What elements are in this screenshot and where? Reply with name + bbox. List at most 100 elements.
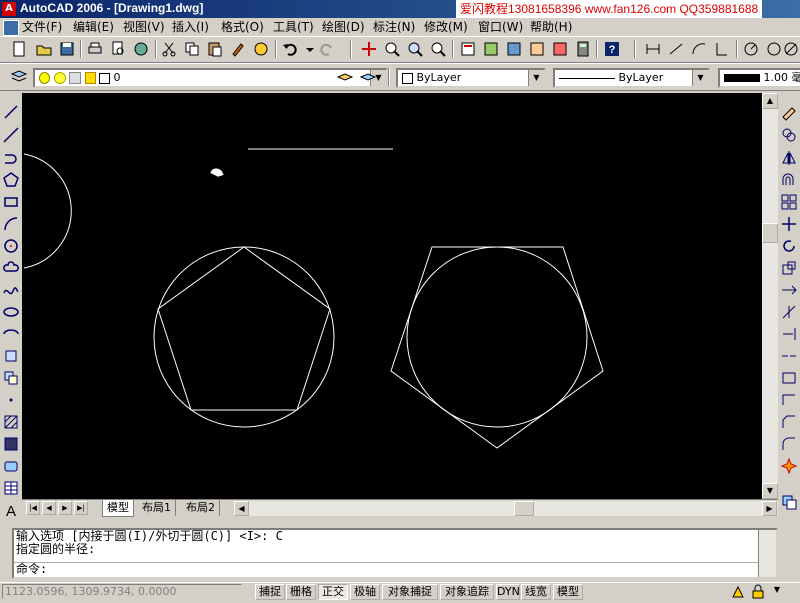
pan-icon[interactable] <box>360 40 378 58</box>
polyline-icon[interactable] <box>2 149 20 167</box>
linear-dimension-icon[interactable] <box>644 40 662 58</box>
document-icon[interactable] <box>3 20 19 36</box>
chevron-down-icon[interactable]: ▼ <box>528 70 544 86</box>
lock-icon[interactable] <box>750 584 766 600</box>
markup-icon[interactable] <box>551 40 569 58</box>
extend-icon[interactable] <box>780 325 798 343</box>
horizontal-scrollbar[interactable]: ◀ ▶ <box>234 501 778 516</box>
rotate-icon[interactable] <box>780 237 798 255</box>
construction-line-icon[interactable] <box>2 126 20 144</box>
tray-settings-icon[interactable]: ▼ <box>770 585 784 599</box>
join-icon[interactable] <box>780 391 798 409</box>
menu-dimension[interactable]: 标注(N) <box>373 19 415 35</box>
dyn-toggle[interactable]: DYN <box>496 584 520 600</box>
hatch-icon[interactable] <box>2 413 20 431</box>
scroll-right-button[interactable]: ▶ <box>762 501 777 516</box>
next-tab-button[interactable]: ▶ <box>58 501 72 515</box>
command-scrollbar[interactable] <box>758 530 776 577</box>
publish-icon[interactable] <box>132 40 150 58</box>
stretch-icon[interactable] <box>780 281 798 299</box>
tool-palettes-icon[interactable] <box>505 40 523 58</box>
insert-block-icon[interactable] <box>2 347 20 365</box>
jogged-dimension-icon[interactable] <box>765 40 783 58</box>
model-space-toggle[interactable]: 模型 <box>553 584 583 600</box>
diameter-dimension-icon[interactable] <box>782 40 800 58</box>
undo-icon[interactable] <box>281 40 299 58</box>
match-properties-icon[interactable] <box>229 40 247 58</box>
erase-icon[interactable] <box>780 103 798 121</box>
chevron-down-icon[interactable]: ▼ <box>692 70 708 86</box>
array-icon[interactable] <box>780 193 798 211</box>
grid-toggle[interactable]: 栅格 <box>286 584 316 600</box>
redo-icon[interactable] <box>318 40 336 58</box>
fillet-icon[interactable] <box>780 435 798 453</box>
layer-previous-icon[interactable] <box>359 68 377 86</box>
menu-window[interactable]: 窗口(W) <box>478 19 523 35</box>
layer-dropdown[interactable]: 0 ▼ <box>33 68 388 88</box>
print-preview-icon[interactable] <box>109 40 127 58</box>
zoom-realtime-icon[interactable] <box>383 40 401 58</box>
block-editor-icon[interactable] <box>252 40 270 58</box>
polar-toggle[interactable]: 极轴 <box>350 584 380 600</box>
mirror-icon[interactable] <box>780 149 798 167</box>
break-at-point-icon[interactable] <box>780 347 798 365</box>
line-icon[interactable] <box>2 103 20 121</box>
layer-manager-icon[interactable] <box>10 68 28 86</box>
offset-icon[interactable] <box>780 171 798 189</box>
arc-length-icon[interactable] <box>690 40 708 58</box>
autocad-icon[interactable]: A <box>2 2 16 16</box>
ortho-toggle[interactable]: 正交 <box>318 584 348 600</box>
last-tab-button[interactable]: ▶| <box>74 501 88 515</box>
gradient-icon[interactable] <box>2 435 20 453</box>
scroll-thumb[interactable] <box>762 223 778 243</box>
ellipse-arc-icon[interactable] <box>2 325 20 343</box>
color-dropdown[interactable]: ByLayer ▼ <box>396 68 546 88</box>
circle-icon[interactable] <box>2 237 20 255</box>
menu-modify[interactable]: 修改(M) <box>424 19 468 35</box>
tab-layout2[interactable]: 布局2 <box>182 500 220 516</box>
rectangle-icon[interactable] <box>2 193 20 211</box>
previous-tab-button[interactable]: ◀ <box>42 501 56 515</box>
menu-draw[interactable]: 绘图(D) <box>322 19 365 35</box>
cut-icon[interactable] <box>160 40 178 58</box>
design-center-icon[interactable] <box>482 40 500 58</box>
open-folder-icon[interactable] <box>35 40 53 58</box>
help-icon[interactable]: ? <box>603 40 621 58</box>
save-icon[interactable] <box>58 40 76 58</box>
make-object-layer-current-icon[interactable] <box>336 68 354 86</box>
table-icon[interactable] <box>2 479 20 497</box>
region-icon[interactable] <box>2 457 20 475</box>
spline-icon[interactable] <box>2 281 20 299</box>
properties-icon[interactable] <box>459 40 477 58</box>
horizontal-scroll-thumb[interactable] <box>514 501 534 516</box>
move-icon[interactable] <box>780 215 798 233</box>
snap-toggle[interactable]: 捕捉 <box>255 584 285 600</box>
sheet-set-icon[interactable] <box>528 40 546 58</box>
ordinate-dimension-icon[interactable] <box>713 40 731 58</box>
menu-help[interactable]: 帮助(H) <box>530 19 572 35</box>
command-window[interactable]: 输入选项 [内接于圆(I)/外切于圆(C)] <I>: C 指定圆的半径: 命令… <box>12 528 778 579</box>
scroll-up-button[interactable]: ▲ <box>762 93 778 109</box>
communication-center-icon[interactable] <box>730 584 746 600</box>
draw-order-icon[interactable] <box>780 493 798 511</box>
tab-layout1[interactable]: 布局1 <box>138 500 176 516</box>
multiline-text-icon[interactable]: A <box>2 501 20 519</box>
polygon-icon[interactable] <box>2 171 20 189</box>
radius-dimension-icon[interactable] <box>742 40 760 58</box>
ellipse-icon[interactable] <box>2 303 20 321</box>
zoom-previous-icon[interactable] <box>429 40 447 58</box>
print-icon[interactable] <box>86 40 104 58</box>
arc-icon[interactable] <box>2 215 20 233</box>
tab-model[interactable]: 模型 <box>102 500 134 517</box>
menu-file[interactable]: 文件(F) <box>22 19 62 35</box>
zoom-window-icon[interactable] <box>406 40 424 58</box>
lineweight-toggle[interactable]: 线宽 <box>521 584 551 600</box>
linetype-dropdown[interactable]: ByLayer ▼ <box>553 68 710 88</box>
trim-icon[interactable] <box>780 303 798 321</box>
copy-icon[interactable] <box>183 40 201 58</box>
aligned-dimension-icon[interactable] <box>667 40 685 58</box>
calculator-icon[interactable] <box>574 40 592 58</box>
coordinates-display[interactable]: 1123.0596, 1309.9734, 0.0000 <box>2 584 242 599</box>
scale-icon[interactable] <box>780 259 798 277</box>
break-icon[interactable] <box>780 369 798 387</box>
